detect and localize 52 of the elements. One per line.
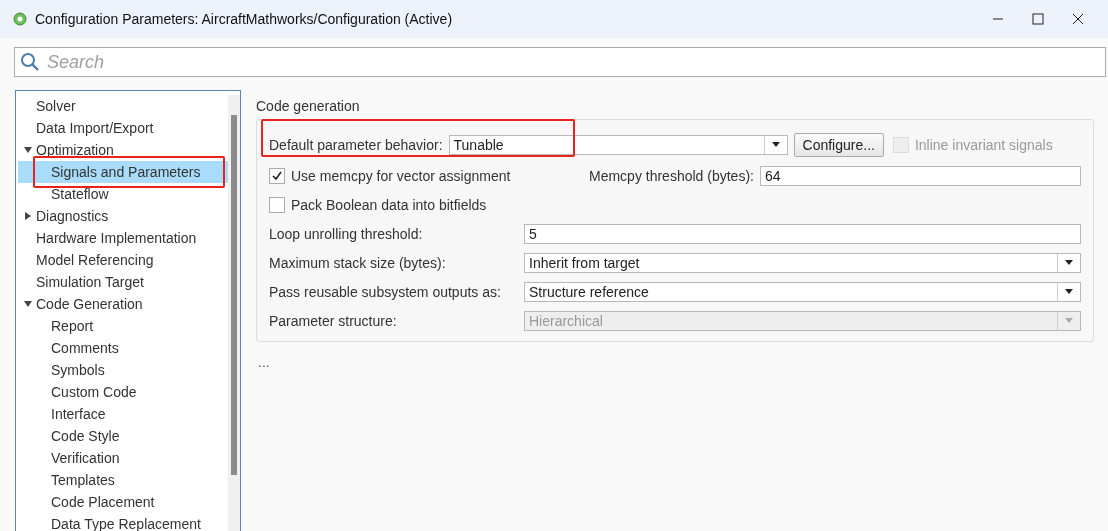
search-icon bbox=[20, 52, 40, 72]
field-label: Memcpy threshold (bytes): bbox=[589, 167, 754, 184]
tree-item[interactable]: Signals and Parameters bbox=[18, 161, 228, 183]
collapse-arrow-icon[interactable] bbox=[24, 300, 32, 308]
tree-item[interactable]: Symbols bbox=[18, 359, 228, 381]
tree-item[interactable]: Code Placement bbox=[18, 491, 228, 513]
dropdown-field[interactable]: Tunable bbox=[448, 134, 788, 155]
dropdown-field[interactable]: Structure reference bbox=[524, 281, 1081, 302]
tree-item[interactable]: Code Generation bbox=[18, 293, 228, 315]
tree-item[interactable]: Model Referencing bbox=[18, 249, 228, 271]
checkbox[interactable] bbox=[269, 196, 285, 213]
field-label: Pass reusable subsystem outputs as: bbox=[269, 283, 502, 300]
tree-item[interactable]: Stateflow bbox=[18, 183, 228, 205]
search-field[interactable]: Search bbox=[14, 47, 1106, 77]
checkbox-label: Use memcpy for vector assignment bbox=[291, 167, 512, 184]
tree-item[interactable]: Diagnostics bbox=[18, 205, 228, 227]
tree-item[interactable]: Report bbox=[18, 315, 228, 337]
tree-item[interactable]: Custom Code bbox=[18, 381, 228, 403]
scrollbar-thumb[interactable] bbox=[231, 115, 237, 475]
checkbox[interactable] bbox=[269, 167, 285, 184]
tree-item[interactable]: Templates bbox=[18, 469, 228, 491]
section-title: Code generation bbox=[256, 98, 361, 114]
field-label: Parameter structure: bbox=[269, 312, 398, 329]
field-label: Loop unrolling threshold: bbox=[269, 225, 424, 242]
tree-item[interactable]: Optimization bbox=[18, 139, 228, 161]
tree-item[interactable]: Hardware Implementation bbox=[18, 227, 228, 249]
tree-item[interactable]: Simulation Target bbox=[18, 271, 228, 293]
dropdown-field[interactable]: Inherit from target bbox=[524, 252, 1081, 273]
window-title: Configuration Parameters: AircraftMathworks/Configuration (Active) bbox=[35, 11, 454, 27]
tree-item[interactable]: Data Import/Export bbox=[18, 117, 228, 139]
ellipsis-text: ... bbox=[257, 354, 271, 370]
dropdown-arrow-icon[interactable] bbox=[771, 142, 780, 147]
field-label: Maximum stack size (bytes): bbox=[269, 254, 447, 271]
collapse-arrow-icon[interactable] bbox=[24, 146, 32, 154]
input-field[interactable]: 64 bbox=[759, 165, 1081, 186]
tree-item[interactable]: Interface bbox=[18, 403, 228, 425]
maximize-icon[interactable] bbox=[1032, 13, 1044, 25]
checkbox-label: Pack Boolean data into bitfields bbox=[291, 196, 487, 213]
input-field[interactable]: 5 bbox=[524, 223, 1081, 244]
field-label: Default parameter behavior: bbox=[269, 136, 443, 153]
tree-item[interactable]: Verification bbox=[18, 447, 228, 469]
configure-button[interactable]: Configure... bbox=[793, 132, 884, 157]
tree-item[interactable]: Comments bbox=[18, 337, 228, 359]
dropdown-arrow-icon[interactable] bbox=[1065, 289, 1073, 294]
checkbox-label: Inline invariant signals bbox=[914, 136, 1053, 153]
tree-item[interactable]: Code Style bbox=[18, 425, 228, 447]
dropdown-arrow-icon[interactable] bbox=[1065, 260, 1073, 265]
close-icon[interactable] bbox=[1072, 13, 1084, 25]
tree-item[interactable]: Data Type Replacement bbox=[18, 513, 228, 531]
expand-arrow-icon[interactable] bbox=[24, 212, 32, 220]
tree-item[interactable]: Solver bbox=[18, 95, 228, 117]
check-icon bbox=[271, 169, 283, 182]
